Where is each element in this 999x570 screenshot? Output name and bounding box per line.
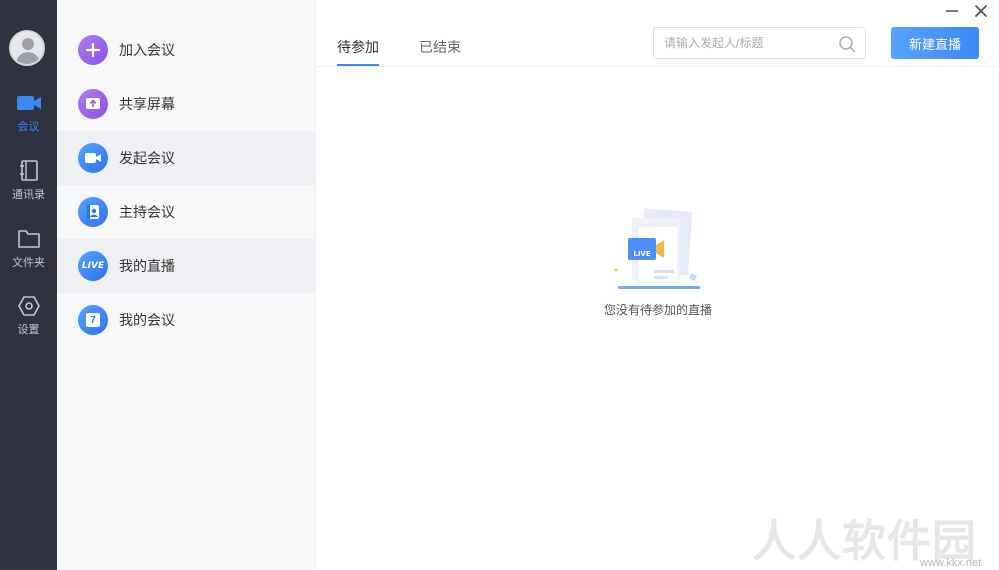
new-live-button[interactable]: 新建直播 <box>891 27 979 59</box>
avatar[interactable] <box>9 30 45 66</box>
menu-item-my-live[interactable]: LIVE 我的直播 <box>57 239 316 293</box>
rail-item-folder[interactable]: 文件夹 <box>0 228 57 288</box>
rail-item-label: 会议 <box>17 121 40 133</box>
contacts-book-icon <box>19 160 38 181</box>
rail-item-label: 通讯录 <box>12 189 45 201</box>
video-icon <box>78 143 108 173</box>
empty-live-illustration-icon: LIVE <box>614 208 700 289</box>
menu-item-start-meeting[interactable]: 发起会议 <box>57 131 316 185</box>
rail-item-meetings[interactable]: 会议 <box>0 92 57 152</box>
menu-item-my-meetings[interactable]: 7 我的会议 <box>57 293 316 347</box>
tab-ended[interactable]: 已结束 <box>419 37 461 57</box>
video-camera-icon <box>16 96 41 110</box>
search-input[interactable] <box>664 34 834 52</box>
tab-upcoming[interactable]: 待参加 <box>337 37 379 57</box>
menu-item-label: 主持会议 <box>119 204 175 220</box>
menu-item-label: 共享屏幕 <box>119 96 175 112</box>
menu-item-label: 加入会议 <box>119 42 175 58</box>
calendar-icon: 7 <box>78 305 108 335</box>
watermark: 人人软件园 www.kkx.net <box>752 505 997 570</box>
settings-hexagon-icon <box>17 296 40 316</box>
svg-text:LIVE: LIVE <box>633 250 650 258</box>
menu-item-label: 我的直播 <box>119 258 175 274</box>
watermark-url: www.kkx.net <box>920 557 982 569</box>
menu-item-label: 我的会议 <box>119 312 175 328</box>
search-icon[interactable] <box>838 35 856 53</box>
empty-state-text: 您没有待参加的直播 <box>603 303 712 317</box>
minimize-icon[interactable] <box>943 2 961 20</box>
search-box[interactable] <box>653 27 866 59</box>
main-panel: 待参加 已结束 新建直播 LIVE 您没有待参加的直播 <box>317 0 999 570</box>
close-icon[interactable] <box>972 2 990 20</box>
rail-item-settings[interactable]: 设置 <box>0 295 57 355</box>
folder-icon <box>17 230 40 248</box>
rail-item-contacts[interactable]: 通讯录 <box>0 160 57 220</box>
rail-item-label: 设置 <box>17 324 40 336</box>
meeting-menu: 加入会议 共享屏幕 发起会议 主持会议 LIVE 我的直播 7 我的会议 <box>57 0 316 570</box>
menu-item-label: 发起会议 <box>119 150 175 166</box>
menu-item-join-meeting[interactable]: 加入会议 <box>57 23 316 77</box>
live-icon: LIVE <box>78 251 108 281</box>
rail-item-label: 文件夹 <box>12 257 45 269</box>
menu-item-share-screen[interactable]: 共享屏幕 <box>57 77 316 131</box>
plus-icon <box>78 35 108 65</box>
tab-active-indicator <box>337 64 379 66</box>
menu-item-host-meeting[interactable]: 主持会议 <box>57 185 316 239</box>
share-screen-icon <box>78 89 108 119</box>
tab-bar: 待参加 已结束 新建直播 <box>317 0 999 67</box>
nav-rail: 会议 通讯录 文件夹 设置 <box>0 0 57 570</box>
host-icon <box>78 197 108 227</box>
